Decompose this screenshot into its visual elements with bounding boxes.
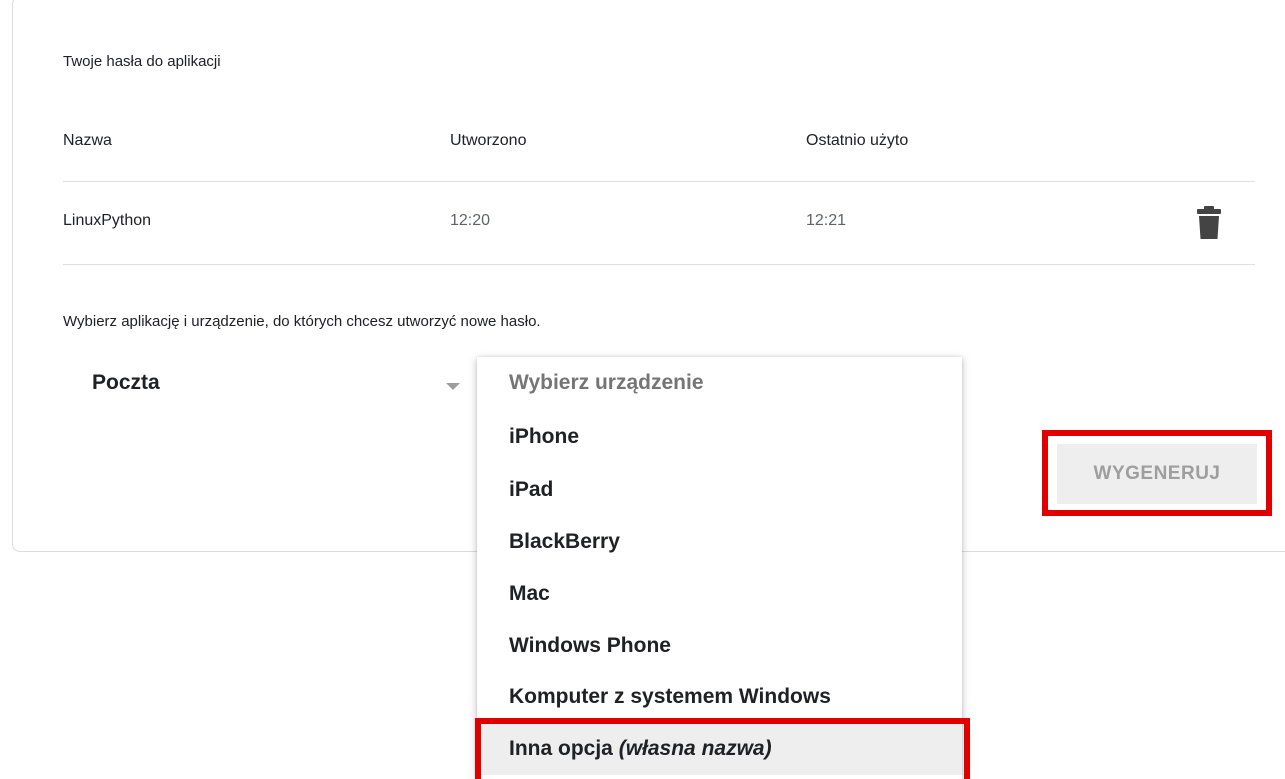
device-dropdown-menu: Wybierz urządzenie iPhone iPad BlackBerr…	[477, 357, 962, 779]
device-option-ipad[interactable]: iPad	[477, 464, 962, 516]
section-title: Twoje hasła do aplikacji	[63, 53, 221, 70]
device-option-windows-pc[interactable]: Komputer z systemem Windows	[477, 671, 962, 723]
device-option-other[interactable]: Inna opcja (własna nazwa)	[477, 723, 962, 775]
column-header-name: Nazwa	[63, 132, 112, 149]
app-select-value: Poczta	[92, 371, 160, 394]
row-last-used: 12:21	[806, 212, 847, 229]
device-option-windows-phone[interactable]: Windows Phone	[477, 620, 962, 672]
column-header-last-used: Ostatnio użyto	[806, 132, 909, 149]
device-option-iphone[interactable]: iPhone	[477, 411, 962, 463]
device-option-blackberry[interactable]: BlackBerry	[477, 516, 962, 568]
table-divider-top	[63, 181, 1255, 182]
generate-button[interactable]: WYGENERUJ	[1057, 444, 1257, 504]
device-option-other-hint: (własna nazwa)	[618, 737, 772, 760]
chevron-down-icon	[446, 383, 460, 390]
row-created: 12:20	[450, 212, 491, 229]
instructions-text: Wybierz aplikację i urządzenie, do który…	[63, 313, 541, 330]
table-divider-bottom	[63, 264, 1255, 265]
device-menu-placeholder[interactable]: Wybierz urządzenie	[477, 357, 962, 409]
trash-icon-glyph	[1197, 206, 1221, 239]
row-name: LinuxPython	[63, 212, 152, 229]
device-option-mac[interactable]: Mac	[477, 568, 962, 620]
app-select[interactable]: Poczta	[92, 368, 472, 400]
trash-icon[interactable]	[1196, 206, 1222, 240]
column-header-created: Utworzono	[450, 132, 527, 149]
device-option-other-label: Inna opcja	[509, 737, 613, 760]
